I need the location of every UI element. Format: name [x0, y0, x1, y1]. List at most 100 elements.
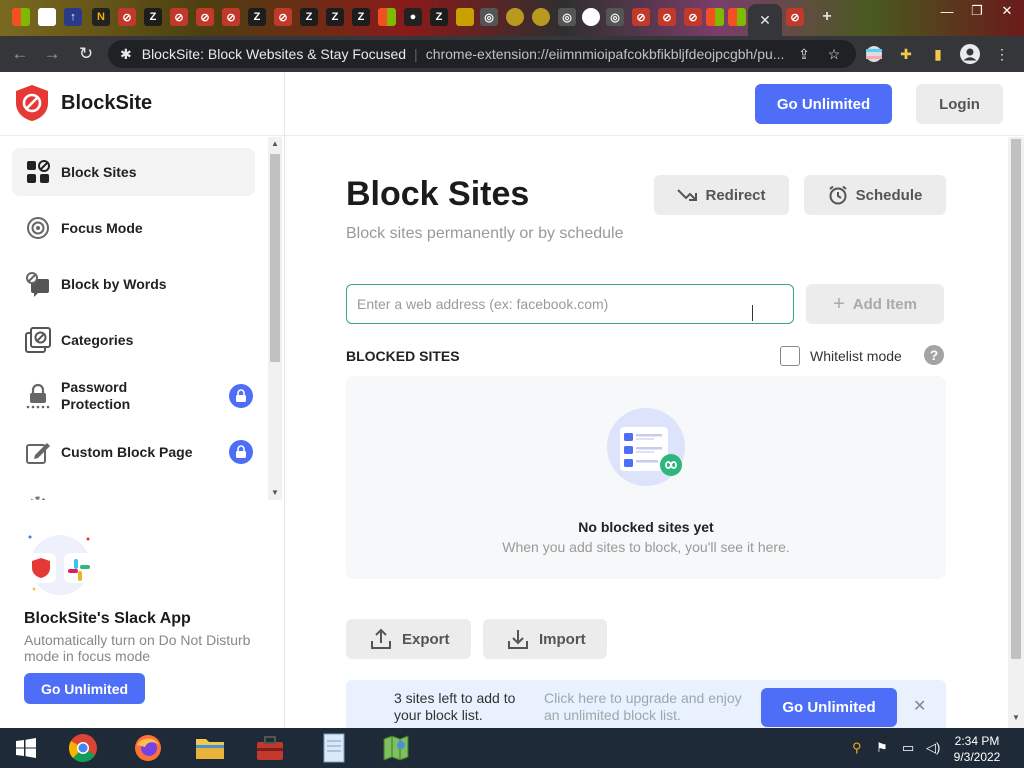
app-header: BlockSite Go Unlimited Login: [0, 72, 1024, 136]
chrome-tab-icon[interactable]: ◎: [558, 8, 576, 26]
blocksite-tab-icon[interactable]: ⊘: [170, 8, 188, 26]
volume-tray-icon[interactable]: ◁): [926, 740, 940, 756]
close-icon[interactable]: ✕: [913, 696, 926, 716]
chrome-tab-icon[interactable]: ◎: [606, 8, 624, 26]
whitelist-mode-label[interactable]: Whitelist mode: [810, 348, 902, 364]
page-scrollbar[interactable]: ▼: [1008, 137, 1024, 728]
brand-name: BlockSite: [61, 92, 153, 114]
upgrade-banner: 3 sites left to add to your block list. …: [346, 680, 946, 732]
scroll-down-icon[interactable]: ▼: [271, 488, 279, 497]
sidebar-item-block-sites[interactable]: Block Sites: [12, 148, 255, 196]
chrome-tab-icon[interactable]: ◉: [582, 8, 600, 26]
microsoft-tab-icon[interactable]: [378, 8, 396, 26]
toolbox-taskbar-icon[interactable]: [254, 732, 286, 764]
file-explorer-taskbar-icon[interactable]: [194, 732, 226, 764]
web-address-input[interactable]: [346, 284, 794, 324]
scroll-up-icon[interactable]: ▲: [271, 139, 279, 148]
upgrade-prompt-text[interactable]: Click here to upgrade and enjoy an unlim…: [544, 690, 744, 724]
new-tab-icon[interactable]: +: [818, 8, 836, 26]
sidebar-item-categories[interactable]: Categories: [12, 316, 255, 364]
help-icon[interactable]: ?: [924, 345, 944, 365]
address-bar[interactable]: ✱ BlockSite: Block Websites & Stay Focus…: [108, 40, 856, 68]
blocksite-tab-icon[interactable]: ⊘: [786, 8, 804, 26]
blocksite-tab-icon[interactable]: ⊘: [196, 8, 214, 26]
custom-page-icon: [24, 438, 52, 466]
banner-go-unlimited-button[interactable]: Go Unlimited: [761, 688, 897, 727]
microsoft-tab-icon[interactable]: [12, 8, 30, 26]
sidebar-scroll-thumb[interactable]: [270, 154, 280, 362]
share-icon[interactable]: ⇪: [794, 44, 814, 64]
google-tab-icon[interactable]: G: [38, 8, 56, 26]
firefox-taskbar-icon[interactable]: [132, 732, 164, 764]
minimize-icon[interactable]: —: [932, 0, 962, 22]
chrome-tab-icon[interactable]: ◎: [480, 8, 498, 26]
close-tab-icon[interactable]: ✕: [759, 12, 771, 29]
site-tab-icon[interactable]: ↑: [64, 8, 82, 26]
go-unlimited-button[interactable]: Go Unlimited: [755, 84, 892, 124]
sidebar-item-block-by-words[interactable]: Block by Words: [12, 260, 255, 308]
omnibox-separator: |: [414, 46, 418, 62]
reload-icon[interactable]: ↻: [74, 42, 98, 66]
sidebar-item-focus-mode[interactable]: Focus Mode: [12, 204, 255, 252]
profile-flag-icon[interactable]: [864, 44, 884, 64]
bookmark-star-icon[interactable]: ☆: [824, 44, 844, 64]
notepad-taskbar-icon[interactable]: [318, 732, 350, 764]
blocksite-tab-icon[interactable]: ⊘: [118, 8, 136, 26]
sidebar-item-custom-block-page[interactable]: Custom Block Page: [12, 428, 255, 476]
active-tab[interactable]: ✕: [748, 4, 782, 36]
scroll-down-icon[interactable]: ▼: [1012, 713, 1020, 722]
export-button[interactable]: Export: [346, 619, 471, 659]
flag-tray-icon[interactable]: ⚑: [876, 740, 888, 756]
sidebar-item-password-protection[interactable]: Password Protection: [12, 372, 255, 420]
site-tab-icon[interactable]: [506, 8, 524, 26]
github-tab-icon[interactable]: ●: [404, 8, 422, 26]
text-cursor: [752, 305, 753, 321]
z-tab-icon[interactable]: Z: [144, 8, 162, 26]
whitelist-mode-checkbox[interactable]: [780, 346, 800, 366]
z-tab-icon[interactable]: Z: [326, 8, 344, 26]
site-tab-icon[interactable]: [456, 8, 474, 26]
chrome-menu-icon[interactable]: ⋮: [992, 44, 1012, 64]
slack-app-illustration-icon: [22, 529, 98, 599]
schedule-button[interactable]: Schedule: [804, 175, 946, 215]
back-icon[interactable]: ←: [8, 42, 32, 66]
blocked-sites-empty-state: No blocked sites yet When you add sites …: [346, 376, 946, 579]
blocksite-tab-icon[interactable]: ⊘: [658, 8, 676, 26]
network-tray-icon[interactable]: ▭: [902, 740, 914, 756]
maximize-icon[interactable]: ❐: [962, 0, 992, 22]
ng-tab-icon[interactable]: N: [92, 8, 110, 26]
import-button[interactable]: Import: [483, 619, 607, 659]
schedule-label: Schedule: [855, 186, 923, 204]
chrome-taskbar-icon[interactable]: [67, 732, 99, 764]
export-icon: [370, 628, 392, 650]
site-tab-icon[interactable]: [532, 8, 550, 26]
profile-avatar-icon[interactable]: [960, 44, 980, 64]
sidebar-scrollbar[interactable]: ▲ ▼: [268, 137, 282, 500]
microsoft-tab-icon[interactable]: [706, 8, 724, 26]
microsoft-tab-icon[interactable]: [728, 8, 746, 26]
blocksite-tab-icon[interactable]: ⊘: [274, 8, 292, 26]
page-scroll-thumb[interactable]: [1011, 139, 1021, 659]
search-tray-icon[interactable]: ⚲: [852, 740, 862, 756]
forward-icon[interactable]: →: [40, 42, 64, 66]
redirect-button[interactable]: Redirect: [654, 175, 789, 215]
blocksite-logo-icon: [14, 84, 50, 122]
map-app-taskbar-icon[interactable]: [380, 732, 412, 764]
z-tab-icon[interactable]: Z: [352, 8, 370, 26]
window-close-icon[interactable]: ✕: [992, 0, 1022, 22]
system-clock[interactable]: 2:34 PM 9/3/2022: [944, 733, 1010, 765]
blocksite-tab-icon[interactable]: ⊘: [222, 8, 240, 26]
z-tab-icon[interactable]: Z: [300, 8, 318, 26]
add-item-button[interactable]: + Add Item: [806, 284, 944, 324]
side-panel-icon[interactable]: ▮: [928, 44, 948, 64]
login-button[interactable]: Login: [916, 84, 1003, 124]
blocksite-tab-icon[interactable]: ⊘: [632, 8, 650, 26]
sidebar-item-label: Categories: [61, 331, 134, 348]
windows-start-icon[interactable]: [10, 732, 42, 764]
z-tab-icon[interactable]: Z: [430, 8, 448, 26]
page-title-in-omnibox: BlockSite: Block Websites & Stay Focused: [141, 46, 407, 62]
extensions-icon[interactable]: ✚: [896, 44, 916, 64]
promo-go-unlimited-button[interactable]: Go Unlimited: [24, 673, 145, 704]
blocksite-tab-icon[interactable]: ⊘: [684, 8, 702, 26]
z-tab-icon[interactable]: Z: [248, 8, 266, 26]
